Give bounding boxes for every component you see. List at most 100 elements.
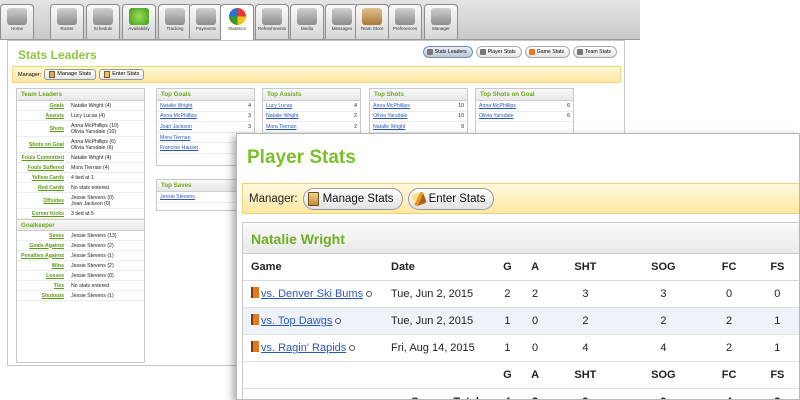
leader-stat-link[interactable]: Wins: [17, 263, 67, 269]
tab-preferences[interactable]: Preferences: [388, 4, 422, 39]
player-link[interactable]: Natalie Wright: [160, 103, 239, 109]
team-icon: [577, 49, 584, 55]
list-item: Olivia Yarsdale 10: [370, 112, 467, 123]
flag-icon: [528, 49, 535, 55]
payments-icon: [196, 8, 216, 25]
magnifier-icon[interactable]: [349, 345, 356, 351]
magnifier-icon[interactable]: [335, 318, 342, 324]
player-stats-title: Player Stats: [247, 147, 356, 168]
leader-stat-link[interactable]: Losses: [17, 273, 67, 279]
roster-icon: [57, 8, 77, 25]
leader-stat-link[interactable]: Assists: [17, 113, 67, 119]
checkmark-icon: [129, 8, 149, 25]
team-stats-button[interactable]: Team Stats: [573, 46, 617, 58]
list-item: Joan Jackson 3: [157, 122, 254, 133]
tab-payments[interactable]: Payments: [189, 4, 223, 39]
stat-cell: 2: [493, 280, 522, 308]
stat-cell: 2: [521, 280, 549, 308]
player-link[interactable]: Anna McPhillips: [479, 103, 558, 109]
leader-stat-link[interactable]: Fouls Committed: [17, 155, 67, 161]
leader-stat-link[interactable]: Shots: [17, 126, 67, 132]
player-game-stats: Natalie Wright Game Date G A SHT SOG FC …: [242, 222, 799, 399]
player-link[interactable]: Lucy Lucas: [266, 103, 345, 109]
game-link[interactable]: vs. Top Dawgs: [261, 315, 332, 327]
stat-cell: 1: [493, 334, 522, 362]
stat-cell: 2: [622, 307, 705, 335]
tab-messages[interactable]: Messages: [325, 4, 359, 39]
home-icon: [7, 8, 27, 25]
player-link[interactable]: Mora Tiernan: [160, 135, 239, 141]
leader-value: Anna McPhillips (10) Olivia Yarsdale (10…: [71, 122, 119, 135]
leader-stat-link[interactable]: Corner Kicks: [17, 211, 67, 217]
tab-manager[interactable]: Manager: [424, 4, 458, 39]
game-cell: vs. Denver Ski Bums: [243, 280, 383, 308]
leader-row: Fouls Suffered Mora Tiernan (4): [17, 163, 144, 173]
player-link[interactable]: Anna McPhillips: [160, 113, 239, 119]
leader-stat-link[interactable]: Shutouts: [17, 293, 67, 299]
player-link[interactable]: Olivia Yarsdale: [373, 113, 452, 119]
total-fs: 2: [754, 388, 799, 399]
player-manage-stats-button[interactable]: Manage Stats: [302, 187, 403, 210]
leader-stat-link[interactable]: Ties: [17, 283, 67, 289]
leader-value: Natalie Wright (4): [71, 102, 112, 109]
col-date: Date: [383, 254, 493, 281]
game-link[interactable]: vs. Denver Ski Bums: [261, 288, 363, 300]
col-sog: SOG: [622, 254, 705, 281]
team-leaders-list: Goals Natalie Wright (4) Assists Lucy Lucas…: [17, 101, 144, 219]
manager-icon: [431, 8, 451, 25]
player-enter-stats-button[interactable]: Enter Stats: [407, 187, 495, 210]
player-link[interactable]: Joan Jackson: [160, 124, 239, 130]
tab-team-store[interactable]: Team Store: [355, 4, 389, 39]
player-link[interactable]: Olivia Yarsdale: [479, 113, 558, 119]
list-item: Natalie Wright 4: [157, 101, 254, 112]
player-count: 2: [354, 113, 357, 120]
tab-media[interactable]: Media: [290, 4, 324, 39]
tab-tracking[interactable]: Tracking: [158, 4, 192, 39]
player-link[interactable]: Natalie Wright: [373, 124, 452, 130]
leader-stat-link[interactable]: Saves: [17, 233, 67, 239]
tab-availability[interactable]: Availability: [122, 4, 156, 39]
player-link[interactable]: Jessie Stevens: [160, 194, 239, 200]
app-root: Home Roster Schedule Availability Tracki…: [0, 0, 800, 400]
flag-icon: [251, 341, 259, 352]
leader-stat-link[interactable]: Goals Against: [17, 243, 67, 249]
leader-row: Saves Jessie Stevens (13): [17, 231, 144, 241]
leader-value: Jessie Stevens (0) Joan Jackson (0): [71, 194, 114, 207]
tab-roster[interactable]: Roster: [50, 4, 84, 39]
pencil-icon: [410, 190, 427, 207]
player-link[interactable]: Mora Tiernan: [266, 124, 345, 130]
tab-refreshments[interactable]: Refreshments: [255, 4, 289, 39]
total-g: 4: [493, 388, 522, 399]
game-stats-table: Game Date G A SHT SOG FC FS vs. Denver S…: [243, 254, 799, 399]
leader-stat-link[interactable]: Red Cards: [17, 185, 67, 191]
date-cell: Fri, Aug 14, 2015: [383, 334, 493, 362]
totals-header-row: G A SHT SOG FC FS: [243, 361, 799, 389]
game-link[interactable]: vs. Ragin' Rapids: [261, 342, 346, 354]
stats-leaders-button[interactable]: Stats Leaders: [422, 46, 473, 58]
leader-stat-link[interactable]: Shots on Goal: [17, 142, 67, 148]
magnifier-icon[interactable]: [366, 291, 373, 297]
top-assists-list: Lucy Lucas 4 Natalie Wright 2 Mora Tiernan 2: [263, 101, 360, 133]
leader-row: Yellow Cards 4 tied at 1: [17, 173, 144, 183]
game-stats-button[interactable]: Game Stats: [524, 46, 571, 58]
leader-row: Red Cards No stats entered: [17, 183, 144, 193]
leader-stat-link[interactable]: Goals: [17, 103, 67, 109]
player-link[interactable]: Anna McPhillips: [373, 103, 452, 109]
tab-home[interactable]: Home: [0, 4, 34, 39]
leader-stat-link[interactable]: Offsides: [17, 198, 67, 204]
manage-stats-button[interactable]: Manage Stats: [44, 69, 97, 80]
team-leaders-box: Team Leaders Goals Natalie Wright (4) Assi…: [16, 88, 145, 363]
player-link[interactable]: Natalie Wright: [266, 113, 345, 119]
leader-stat-link[interactable]: Yellow Cards: [17, 175, 67, 181]
shopping-bag-icon: [362, 8, 382, 25]
top-shots-list: Anna McPhillips 10 Olivia Yarsdale 10 Natali…: [370, 101, 467, 133]
player-stats-button[interactable]: Player Stats: [475, 46, 522, 58]
leader-value: Jessie Stevens (13): [71, 232, 117, 239]
enter-stats-button[interactable]: Enter Stats: [99, 69, 145, 80]
tab-statistics[interactable]: Statistics: [220, 4, 254, 40]
list-item: Anna McPhillips 10: [370, 101, 467, 112]
player-link[interactable]: Francine Hauser: [160, 145, 239, 151]
leader-stat-link[interactable]: Penalties Against: [17, 253, 67, 259]
leader-stat-link[interactable]: Fouls Suffered: [17, 165, 67, 171]
tab-schedule[interactable]: Schedule: [86, 4, 120, 39]
